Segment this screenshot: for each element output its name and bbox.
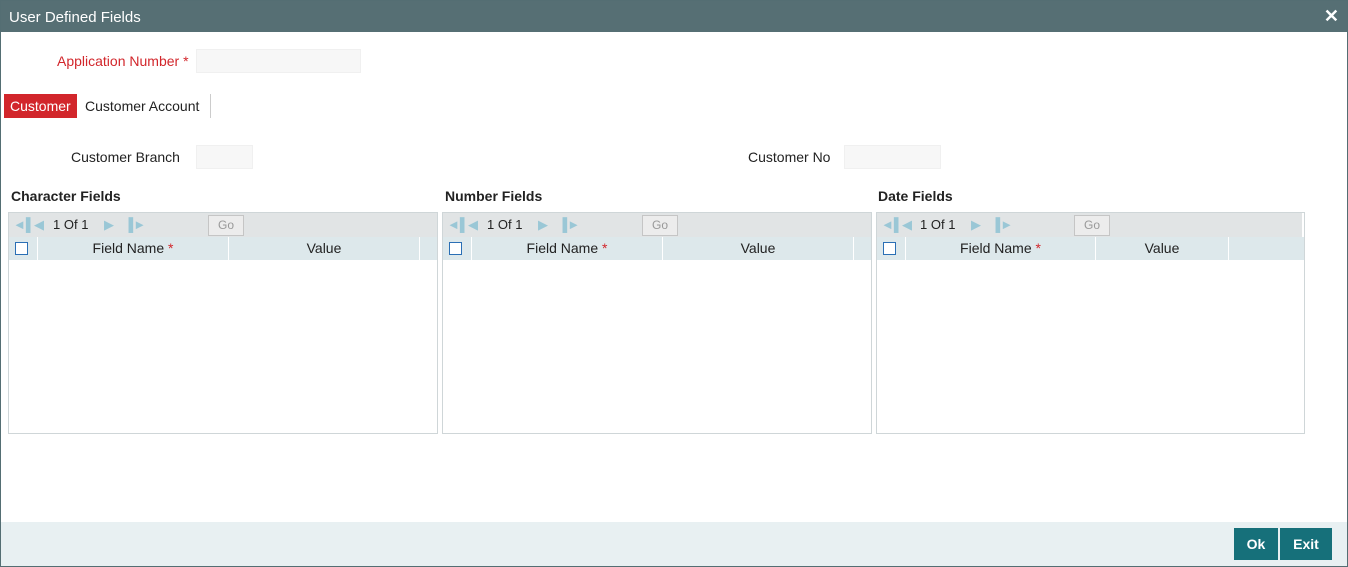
customer-branch-label: Customer Branch xyxy=(71,149,180,165)
first-page-icon[interactable]: ◄▌ xyxy=(13,217,35,233)
previous-page-icon[interactable]: ◀ xyxy=(902,217,912,233)
number-fields-pager: ◄▌ ◀ 1 Of 1 ▶ ▐► Go xyxy=(443,213,871,237)
application-number-label: Application Number * xyxy=(57,53,189,69)
value-column[interactable]: Value xyxy=(228,237,419,260)
next-page-icon[interactable]: ▶ xyxy=(971,217,981,233)
field-name-column[interactable]: Field Name * xyxy=(905,237,1095,260)
ok-button[interactable]: Ok xyxy=(1234,528,1278,560)
page-current: 1 xyxy=(920,217,928,232)
select-all-checkbox[interactable] xyxy=(15,242,28,255)
select-all-checkbox[interactable] xyxy=(883,242,896,255)
tab-customer[interactable]: Customer xyxy=(4,94,77,118)
go-button[interactable]: Go xyxy=(642,215,678,236)
go-button[interactable]: Go xyxy=(1074,215,1110,236)
character-fields-grid: ◄▌ ◀ 1 Of 1 ▶ ▐► Go Field Name * Value xyxy=(8,212,438,434)
application-number-input[interactable] xyxy=(196,49,361,73)
previous-page-icon[interactable]: ◀ xyxy=(468,217,478,233)
close-icon[interactable]: ✕ xyxy=(1324,6,1339,26)
field-name-header: Field Name xyxy=(960,240,1032,256)
customer-branch-input[interactable] xyxy=(196,145,253,169)
required-marker: * xyxy=(183,53,189,69)
scroll-column xyxy=(419,237,437,260)
number-fields-grid: ◄▌ ◀ 1 Of 1 ▶ ▐► Go Field Name * Value xyxy=(442,212,872,434)
character-fields-header: Field Name * Value xyxy=(9,237,437,260)
extra-column xyxy=(1228,237,1304,260)
page-indicator: 1 Of 1 xyxy=(53,217,88,233)
character-fields-pager: ◄▌ ◀ 1 Of 1 ▶ ▐► Go xyxy=(9,213,437,237)
number-fields-header: Field Name * Value xyxy=(443,237,871,260)
next-page-icon[interactable]: ▶ xyxy=(538,217,548,233)
page-of: Of xyxy=(497,217,512,232)
last-page-icon[interactable]: ▐► xyxy=(124,217,146,233)
value-column[interactable]: Value xyxy=(1095,237,1228,260)
customer-no-label: Customer No xyxy=(748,149,831,165)
customer-no-input[interactable] xyxy=(844,145,941,169)
date-fields-grid: ◄▌ ◀ 1 Of 1 ▶ ▐► Go Field Name * Value xyxy=(876,212,1305,434)
field-name-header: Field Name xyxy=(92,240,165,256)
page-of: Of xyxy=(63,217,78,232)
first-page-icon[interactable]: ◄▌ xyxy=(881,217,903,233)
page-of: Of xyxy=(930,217,945,232)
required-marker: * xyxy=(168,240,174,256)
tab-customer-account[interactable]: Customer Account xyxy=(79,94,205,118)
page-total: 1 xyxy=(948,217,956,232)
page-total: 1 xyxy=(81,217,89,232)
date-fields-pager: ◄▌ ◀ 1 Of 1 ▶ ▐► Go xyxy=(877,213,1302,237)
date-fields-header: Field Name * Value xyxy=(877,237,1304,260)
first-page-icon[interactable]: ◄▌ xyxy=(447,217,469,233)
previous-page-icon[interactable]: ◀ xyxy=(34,217,44,233)
value-column[interactable]: Value xyxy=(662,237,853,260)
required-marker: * xyxy=(1035,240,1041,256)
page-current: 1 xyxy=(487,217,495,232)
field-name-column[interactable]: Field Name * xyxy=(37,237,228,260)
go-button[interactable]: Go xyxy=(208,215,244,236)
required-marker: * xyxy=(602,240,608,256)
dialog-footer xyxy=(1,522,1347,566)
next-page-icon[interactable]: ▶ xyxy=(104,217,114,233)
user-defined-fields-dialog: User Defined Fields ✕ Application Number… xyxy=(0,0,1348,567)
page-total: 1 xyxy=(515,217,523,232)
select-all-checkbox[interactable] xyxy=(449,242,462,255)
character-fields-title: Character Fields xyxy=(11,188,121,204)
field-name-column[interactable]: Field Name * xyxy=(471,237,662,260)
field-name-header: Field Name xyxy=(526,240,599,256)
page-current: 1 xyxy=(53,217,61,232)
last-page-icon[interactable]: ▐► xyxy=(558,217,580,233)
tab-divider xyxy=(210,94,211,118)
page-indicator: 1 Of 1 xyxy=(487,217,522,233)
window-title: User Defined Fields xyxy=(9,9,141,26)
last-page-icon[interactable]: ▐► xyxy=(991,217,1013,233)
exit-button[interactable]: Exit xyxy=(1280,528,1332,560)
page-indicator: 1 Of 1 xyxy=(920,217,955,233)
scroll-column xyxy=(853,237,871,260)
number-fields-title: Number Fields xyxy=(445,188,543,204)
title-bar: User Defined Fields ✕ xyxy=(1,1,1347,32)
date-fields-title: Date Fields xyxy=(878,188,953,204)
application-number-label-text: Application Number xyxy=(57,53,180,69)
